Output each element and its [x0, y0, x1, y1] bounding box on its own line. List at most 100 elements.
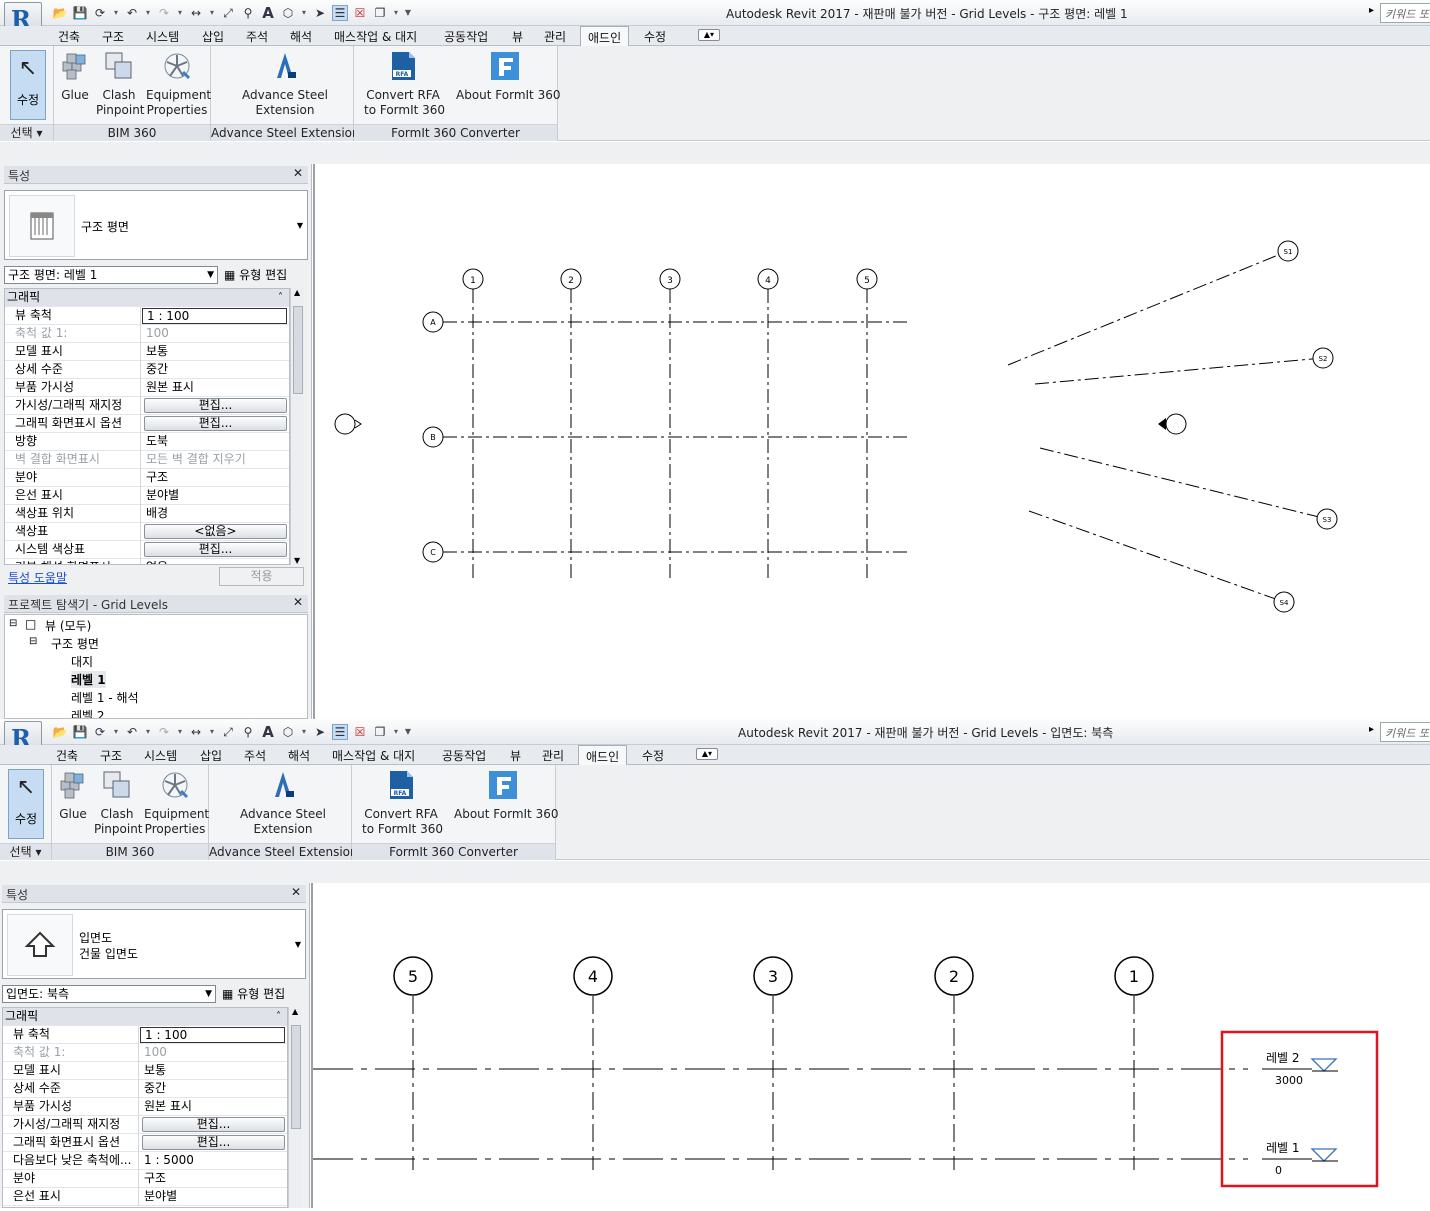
close-icon[interactable]: ✕: [291, 885, 301, 899]
tab-add-ins[interactable]: 애드인: [580, 26, 630, 46]
type-selector[interactable]: 구조 평면 ▼: [4, 190, 308, 260]
chevron-down-icon[interactable]: ▾: [144, 5, 152, 21]
redo-icon[interactable]: ↷: [156, 5, 172, 21]
property-row[interactable]: 뷰 축척 1 : 100: [5, 307, 289, 325]
redo-icon[interactable]: ↷: [156, 724, 172, 740]
tab-massing-site[interactable]: 매스작업 & 대지: [332, 747, 415, 764]
tab-modify[interactable]: 수정: [644, 28, 666, 45]
property-edit-button[interactable]: 편집...: [144, 416, 287, 431]
tab-insert[interactable]: 삽입: [200, 747, 222, 764]
text-icon[interactable]: A: [260, 5, 276, 21]
tab-modify[interactable]: 수정: [642, 747, 664, 764]
edit-type-button[interactable]: ▦ 유형 편집: [222, 985, 285, 1002]
property-row[interactable]: 축척 값 1: 100: [5, 325, 289, 343]
tab-structure[interactable]: 구조: [100, 747, 122, 764]
switch-windows-icon[interactable]: ❐: [372, 5, 388, 21]
sync-icon[interactable]: ⟳: [92, 5, 108, 21]
tab-insert[interactable]: 삽입: [202, 28, 224, 45]
scroll-up-icon[interactable]: ▲: [292, 1007, 298, 1016]
tree-node-level1[interactable]: 레벨 1: [71, 671, 106, 688]
tab-systems[interactable]: 시스템: [146, 28, 179, 45]
glue-button[interactable]: Glue: [58, 50, 92, 103]
chevron-down-icon[interactable]: ▼: [295, 940, 301, 949]
save-icon[interactable]: 💾: [72, 5, 88, 21]
chevron-down-icon[interactable]: ▾: [300, 724, 308, 740]
apply-button[interactable]: 적용: [219, 567, 304, 586]
measure-icon[interactable]: ↔: [188, 5, 204, 21]
about-formit-button[interactable]: About FormIt 360: [456, 50, 560, 103]
collapse-icon[interactable]: ˄: [278, 289, 283, 306]
section-icon[interactable]: ➤: [312, 724, 328, 740]
tree-node-views-all[interactable]: 뷰 (모두): [45, 617, 91, 634]
3d-view-icon[interactable]: ⬡: [280, 724, 296, 740]
property-row[interactable]: 가시성/그래픽 재지정 편집...: [5, 397, 289, 415]
property-row[interactable]: 가시성/그래픽 재지정 편집...: [3, 1116, 287, 1134]
chevron-down-icon[interactable]: ▾: [112, 724, 120, 740]
property-row[interactable]: 뷰 축척 1 : 100: [3, 1026, 287, 1044]
chevron-down-icon[interactable]: ▾: [392, 5, 400, 21]
convert-rfa-button[interactable]: RFA Convert RFA to FormIt 360: [362, 769, 443, 837]
glue-button[interactable]: Glue: [56, 769, 90, 822]
close-hidden-icon[interactable]: ☒: [352, 5, 368, 21]
text-icon[interactable]: A: [260, 724, 276, 740]
chevron-right-icon[interactable]: ▸: [1369, 5, 1374, 16]
properties-scrollbar[interactable]: ▲ ▼: [290, 288, 304, 565]
tab-view[interactable]: 뷰: [510, 747, 521, 764]
property-edit-button[interactable]: 편집...: [142, 1135, 285, 1150]
tab-massing-site[interactable]: 매스작업 & 대지: [334, 28, 417, 45]
tab-annotate[interactable]: 주석: [244, 747, 266, 764]
edit-type-button[interactable]: ▦ 유형 편집: [224, 266, 287, 283]
property-edit-button[interactable]: 편집...: [144, 542, 287, 557]
type-selector[interactable]: 입면도 건물 입면도 ▼: [2, 909, 306, 979]
property-row[interactable]: 은선 표시 분야별: [3, 1188, 287, 1206]
chevron-down-icon[interactable]: ▾: [112, 5, 120, 21]
tab-structure[interactable]: 구조: [102, 28, 124, 45]
tag-icon[interactable]: ⚲: [240, 5, 256, 21]
tab-analyze[interactable]: 해석: [290, 28, 312, 45]
tree-node-structural-plans[interactable]: 구조 평면: [51, 635, 99, 652]
tab-collaborate[interactable]: 공동작업: [442, 747, 486, 764]
property-edit-button[interactable]: <없음>: [144, 524, 287, 539]
property-row[interactable]: 다음보다 낮은 축척에... 1 : 5000: [3, 1152, 287, 1170]
advance-steel-extension-button[interactable]: Advance Steel Extension: [239, 769, 327, 837]
scroll-thumb[interactable]: [293, 306, 303, 394]
instance-filter-combo[interactable]: 구조 평면: 레벨 1 ▼: [4, 266, 218, 284]
property-row[interactable]: 그래픽 화면표시 옵션 편집...: [3, 1134, 287, 1152]
property-value[interactable]: 1 : 100: [140, 1027, 285, 1043]
tab-view[interactable]: 뷰: [512, 28, 523, 45]
property-row[interactable]: 부품 가시성 원본 표시: [3, 1098, 287, 1116]
tag-icon[interactable]: ⚲: [240, 724, 256, 740]
chevron-down-icon[interactable]: ▾: [176, 724, 184, 740]
tree-node-site[interactable]: 대지: [71, 653, 93, 670]
close-hidden-icon[interactable]: ☒: [352, 724, 368, 740]
property-row[interactable]: 상세 수준 중간: [5, 361, 289, 379]
property-row[interactable]: 부품 가시성 원본 표시: [5, 379, 289, 397]
keyword-search-input[interactable]: 키워드 또: [1380, 722, 1430, 742]
ribbon-minimize-toggle[interactable]: ▲▾: [696, 748, 718, 760]
equipment-properties-button[interactable]: Equipment Properties: [144, 769, 209, 837]
chevron-down-icon[interactable]: ▾: [176, 5, 184, 21]
property-row[interactable]: 분야 구조: [5, 469, 289, 487]
ribbon-minimize-toggle[interactable]: ▲▾: [698, 29, 720, 41]
property-row[interactable]: 시스템 색상표 편집...: [5, 541, 289, 559]
chevron-down-icon[interactable]: ▾: [208, 724, 216, 740]
tab-collaborate[interactable]: 공동작업: [444, 28, 488, 45]
chevron-down-icon[interactable]: ▾: [208, 5, 216, 21]
tree-node-level1-analytical[interactable]: 레벨 1 - 해석: [71, 689, 139, 706]
property-row[interactable]: 벽 결합 화면표시 모든 벽 결합 지우기: [5, 451, 289, 469]
collapse-icon[interactable]: ⊟: [9, 618, 17, 629]
scroll-thumb[interactable]: [291, 1025, 301, 1129]
switch-windows-icon[interactable]: ❐: [372, 724, 388, 740]
tab-analyze[interactable]: 해석: [288, 747, 310, 764]
customize-icon[interactable]: ▼: [404, 724, 412, 740]
open-icon[interactable]: 📂: [52, 724, 68, 740]
select-dropdown[interactable]: 선택 ▾: [0, 124, 53, 141]
elevation-view-canvas[interactable]: 5 4 3 2 1 레벨 2 3000 레벨 1 0: [311, 883, 1430, 1208]
property-row[interactable]: 모델 표시 보통: [3, 1062, 287, 1080]
undo-icon[interactable]: ↶: [124, 5, 140, 21]
property-row[interactable]: 색상표 <없음>: [5, 523, 289, 541]
tab-manage[interactable]: 관리: [542, 747, 564, 764]
chevron-right-icon[interactable]: ▸: [1369, 724, 1374, 735]
section-icon[interactable]: ➤: [312, 5, 328, 21]
keyword-search-input[interactable]: 키워드 또: [1380, 3, 1430, 23]
